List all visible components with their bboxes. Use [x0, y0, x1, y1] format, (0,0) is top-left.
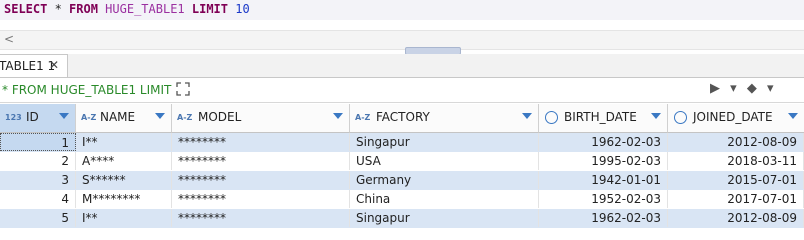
results-tab-bar: TABLE1 1 ✕	[0, 54, 804, 78]
table-row[interactable]: 5 I** ******** Singapur 1962-02-03 2012-…	[0, 209, 804, 228]
column-header-joined-date[interactable]: JOINED_DATE	[668, 104, 804, 133]
sql-star: *	[47, 2, 70, 16]
expand-icon[interactable]	[176, 82, 190, 100]
clock-icon	[545, 111, 558, 124]
cell-model[interactable]: ********	[172, 209, 350, 227]
cell-id[interactable]: 5	[0, 209, 76, 227]
text-type-icon: A-Z	[355, 113, 371, 122]
cell-name[interactable]: S******	[76, 171, 172, 189]
close-icon[interactable]: ✕	[49, 58, 59, 72]
sort-dropdown-icon[interactable]	[59, 113, 69, 119]
sort-dropdown-icon[interactable]	[651, 113, 661, 119]
text-type-icon: A-Z	[177, 113, 193, 122]
cell-birth-date[interactable]: 1962-02-03	[539, 133, 668, 151]
cell-id[interactable]: 4	[0, 190, 76, 208]
column-header-label: MODEL	[198, 110, 242, 124]
cell-factory[interactable]: Germany	[350, 171, 539, 189]
sql-limit-number: 10	[228, 2, 250, 16]
sql-editor[interactable]: SELECT * FROM HUGE_TABLE1 LIMIT 10	[0, 0, 804, 20]
cell-birth-date[interactable]: 1952-02-03	[539, 190, 668, 208]
column-header-birth-date[interactable]: BIRTH_DATE	[539, 104, 668, 133]
cell-factory[interactable]: Singapur	[350, 133, 539, 151]
column-header-name[interactable]: A-Z NAME	[76, 104, 172, 133]
execute-filter-icon[interactable]: ▶	[710, 81, 720, 96]
sort-dropdown-icon[interactable]	[333, 113, 343, 119]
sql-table-name: HUGE_TABLE1	[97, 2, 192, 16]
cell-name[interactable]: M********	[76, 190, 172, 208]
cell-model[interactable]: ********	[172, 171, 350, 189]
cell-joined-date[interactable]: 2015-07-01	[668, 171, 804, 189]
tab-label: TABLE1 1	[0, 59, 56, 73]
sort-dropdown-icon[interactable]	[522, 113, 532, 119]
column-header-id[interactable]: 123 ID	[0, 104, 76, 133]
table-row[interactable]: 3 S****** ******** Germany 1942-01-01 20…	[0, 171, 804, 190]
clear-filter-icon[interactable]: ◆	[747, 81, 757, 96]
column-header-factory[interactable]: A-Z FACTORY	[350, 104, 539, 133]
clock-icon	[674, 111, 687, 124]
cell-model[interactable]: ********	[172, 190, 350, 208]
column-header-label: NAME	[100, 110, 136, 124]
filter-history-dropdown-icon[interactable]: ▾	[730, 81, 737, 96]
sort-dropdown-icon[interactable]	[788, 113, 798, 119]
cell-model[interactable]: ********	[172, 133, 350, 151]
cell-joined-date[interactable]: 2012-08-09	[668, 209, 804, 227]
cell-id[interactable]: 3	[0, 171, 76, 189]
cell-factory[interactable]: Singapur	[350, 209, 539, 227]
sort-dropdown-icon[interactable]	[155, 113, 165, 119]
cell-birth-date[interactable]: 1962-02-03	[539, 209, 668, 227]
column-header-label: ID	[26, 110, 39, 124]
numeric-type-icon: 123	[5, 113, 22, 122]
cell-name[interactable]: A****	[76, 152, 172, 170]
cell-joined-date[interactable]: 2017-07-01	[668, 190, 804, 208]
cell-birth-date[interactable]: 1995-02-03	[539, 152, 668, 170]
horizontal-scrollbar[interactable]: <	[0, 30, 804, 50]
cell-factory[interactable]: USA	[350, 152, 539, 170]
cell-name[interactable]: I**	[76, 133, 172, 151]
table-row[interactable]: 2 A**** ******** USA 1995-02-03 2018-03-…	[0, 152, 804, 171]
sql-keyword-select: SELECT	[4, 2, 48, 16]
cell-joined-date[interactable]: 2018-03-11	[668, 152, 804, 170]
column-header-label: JOINED_DATE	[693, 110, 773, 124]
filter-toolbar: ▶ ▾ ◆ ▾	[710, 81, 779, 96]
filter-bar: * FROM HUGE_TABLE1 LIMIT 10 ▶ ▾ ◆ ▾	[0, 78, 804, 117]
column-header-label: FACTORY	[376, 110, 430, 124]
table-row[interactable]: 4 M******** ******** China 1952-02-03 20…	[0, 190, 804, 209]
tab-results[interactable]: TABLE1 1 ✕	[0, 54, 68, 77]
sql-keyword-from: FROM	[69, 2, 98, 16]
text-type-icon: A-Z	[81, 113, 97, 122]
scroll-left-icon[interactable]: <	[4, 32, 14, 46]
cell-id[interactable]: 1	[0, 133, 76, 151]
cell-factory[interactable]: China	[350, 190, 539, 208]
cell-joined-date[interactable]: 2012-08-09	[668, 133, 804, 151]
filter-input[interactable]: * FROM HUGE_TABLE1 LIMIT 10	[0, 80, 172, 117]
column-header-label: BIRTH_DATE	[564, 110, 637, 124]
sql-keyword-limit: LIMIT	[191, 2, 228, 16]
cell-name[interactable]: I**	[76, 209, 172, 227]
cell-model[interactable]: ********	[172, 152, 350, 170]
clear-filter-dropdown-icon[interactable]: ▾	[767, 81, 774, 96]
table-row[interactable]: 1 I** ******** Singapur 1962-02-03 2012-…	[0, 133, 804, 152]
sql-query-text[interactable]: SELECT * FROM HUGE_TABLE1 LIMIT 10	[4, 2, 250, 16]
column-header-model[interactable]: A-Z MODEL	[172, 104, 350, 133]
cell-birth-date[interactable]: 1942-01-01	[539, 171, 668, 189]
cell-id[interactable]: 2	[0, 152, 76, 170]
